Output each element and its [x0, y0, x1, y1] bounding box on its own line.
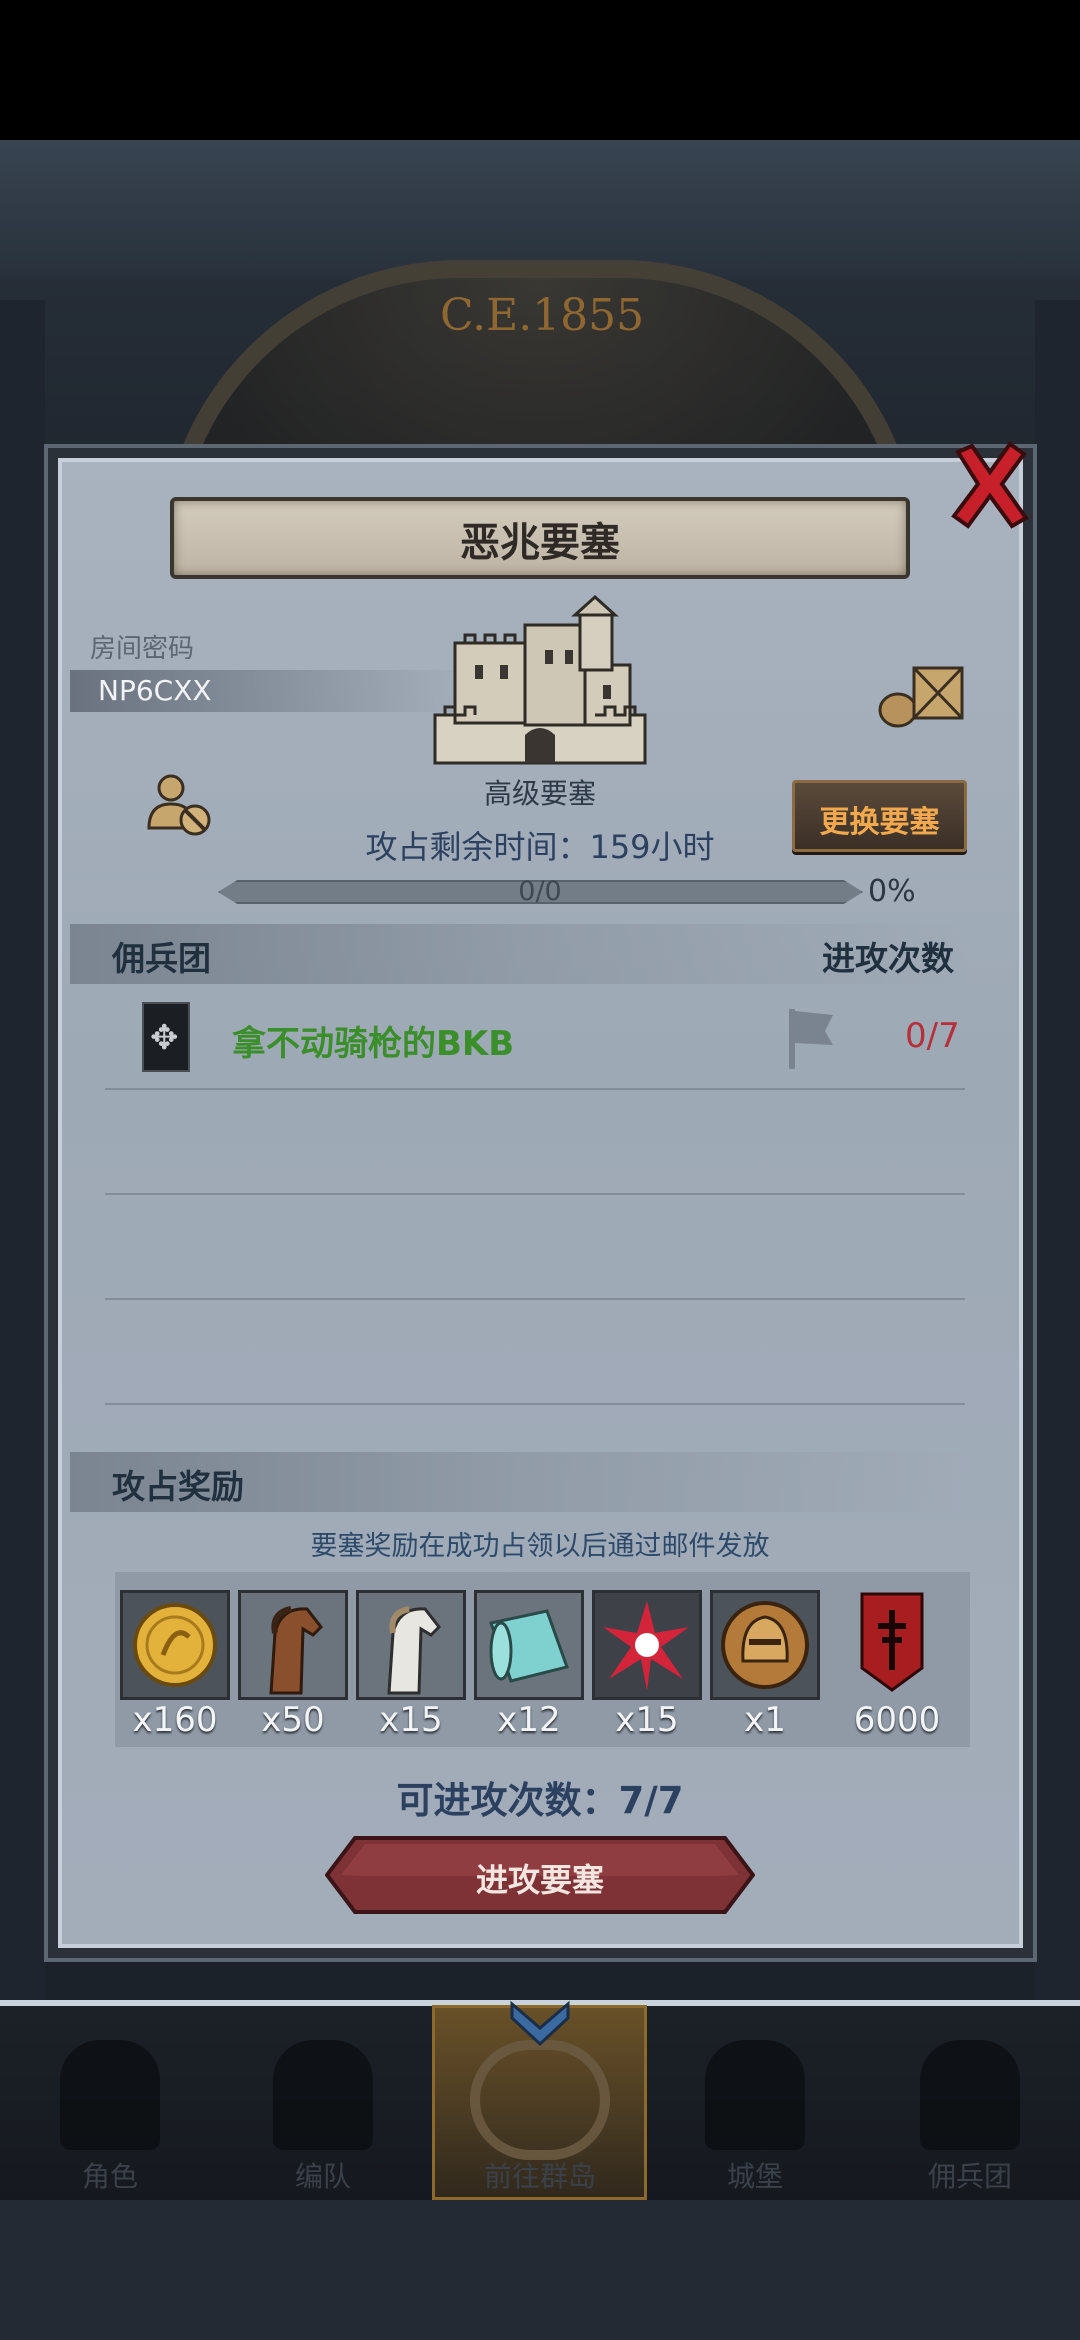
status-bar-area — [0, 0, 1080, 140]
row-divider — [105, 1403, 965, 1405]
flag-icon — [785, 1005, 837, 1071]
reward-slot[interactable] — [710, 1590, 820, 1700]
mercenary-name[interactable]: 拿不动骑枪的BKB — [232, 1016, 514, 1065]
nav-label: 佣兵团 — [927, 2160, 1012, 2193]
knight-helmet-icon — [713, 1593, 817, 1697]
islands-emblem-icon — [470, 2040, 610, 2160]
room-password-label: 房间密码 — [90, 634, 195, 664]
armor-icon — [273, 2040, 373, 2150]
room-code[interactable]: NP6CXX — [98, 674, 212, 707]
reward-quantity: x15 — [379, 1700, 443, 1740]
reward-section-title: 攻占奖励 — [112, 1467, 244, 1506]
red-star-burst-icon — [595, 1593, 699, 1697]
reward-quantity: 6000 — [853, 1700, 941, 1740]
reward-slot[interactable] — [356, 1590, 466, 1700]
supply-crate-icon[interactable] — [876, 658, 966, 728]
fortress-castle-icon — [415, 594, 665, 770]
reward-slot[interactable] — [238, 1590, 348, 1700]
era-text: C.E.1855 — [440, 290, 645, 341]
mercenary-icon — [920, 2040, 1020, 2150]
white-horse-icon — [359, 1593, 463, 1697]
chevron-down-icon — [508, 2000, 572, 2050]
attack-count-header: 进攻次数 — [822, 939, 954, 978]
close-button[interactable] — [950, 440, 1030, 530]
knight-icon — [60, 2040, 160, 2150]
nav-label: 前往群岛 — [483, 2160, 596, 2193]
brown-horse-icon — [241, 1593, 345, 1697]
left-frame — [0, 300, 45, 2000]
red-banner-icon — [860, 1592, 924, 1692]
gold-coin-icon — [133, 1603, 217, 1687]
nav-label: 编队 — [294, 2160, 351, 2193]
nav-label: 城堡 — [726, 2160, 783, 2193]
reward-slot[interactable] — [840, 1590, 950, 1700]
reward-slot[interactable] — [592, 1590, 702, 1700]
cloth-roll-icon — [477, 1593, 581, 1697]
attacks-remaining: 可进攻次数：7/7 — [396, 1779, 684, 1822]
close-icon — [951, 441, 1029, 529]
row-divider — [105, 1298, 965, 1300]
reward-quantity: x160 — [132, 1700, 218, 1740]
attack-fortress-label: 进攻要塞 — [475, 1861, 604, 1899]
row-divider — [105, 1088, 965, 1090]
reward-quantity: x50 — [261, 1700, 325, 1740]
nav-label: 角色 — [81, 2160, 138, 2193]
background-band — [0, 140, 1080, 280]
change-fortress-label: 更换要塞 — [819, 805, 940, 840]
time-remaining: 攻占剩余时间：159小时 — [365, 828, 715, 866]
reward-quantity: x12 — [497, 1700, 561, 1740]
bottom-bar — [0, 2200, 1080, 2340]
progress-percent: 0% — [868, 874, 916, 909]
modal-title: 恶兆要塞 — [460, 520, 620, 566]
progress-text: 0/0 — [518, 876, 562, 907]
right-frame — [1035, 300, 1080, 2000]
fortress-type: 高级要塞 — [483, 777, 596, 810]
guild-emblem-icon: ✥ — [142, 1002, 190, 1072]
reward-slot[interactable] — [120, 1590, 230, 1700]
reward-quantity: x1 — [744, 1700, 786, 1740]
no-visitor-icon[interactable] — [145, 770, 215, 840]
reward-slot[interactable] — [474, 1590, 584, 1700]
reward-note: 要塞奖励在成功占领以后通过邮件发放 — [310, 1531, 770, 1562]
castle-icon — [705, 2040, 805, 2150]
mercenary-section-title: 佣兵团 — [112, 939, 211, 978]
row-divider — [105, 1193, 965, 1195]
mercenary-attack-count: 0/7 — [905, 1016, 960, 1056]
reward-quantity: x15 — [615, 1700, 679, 1740]
